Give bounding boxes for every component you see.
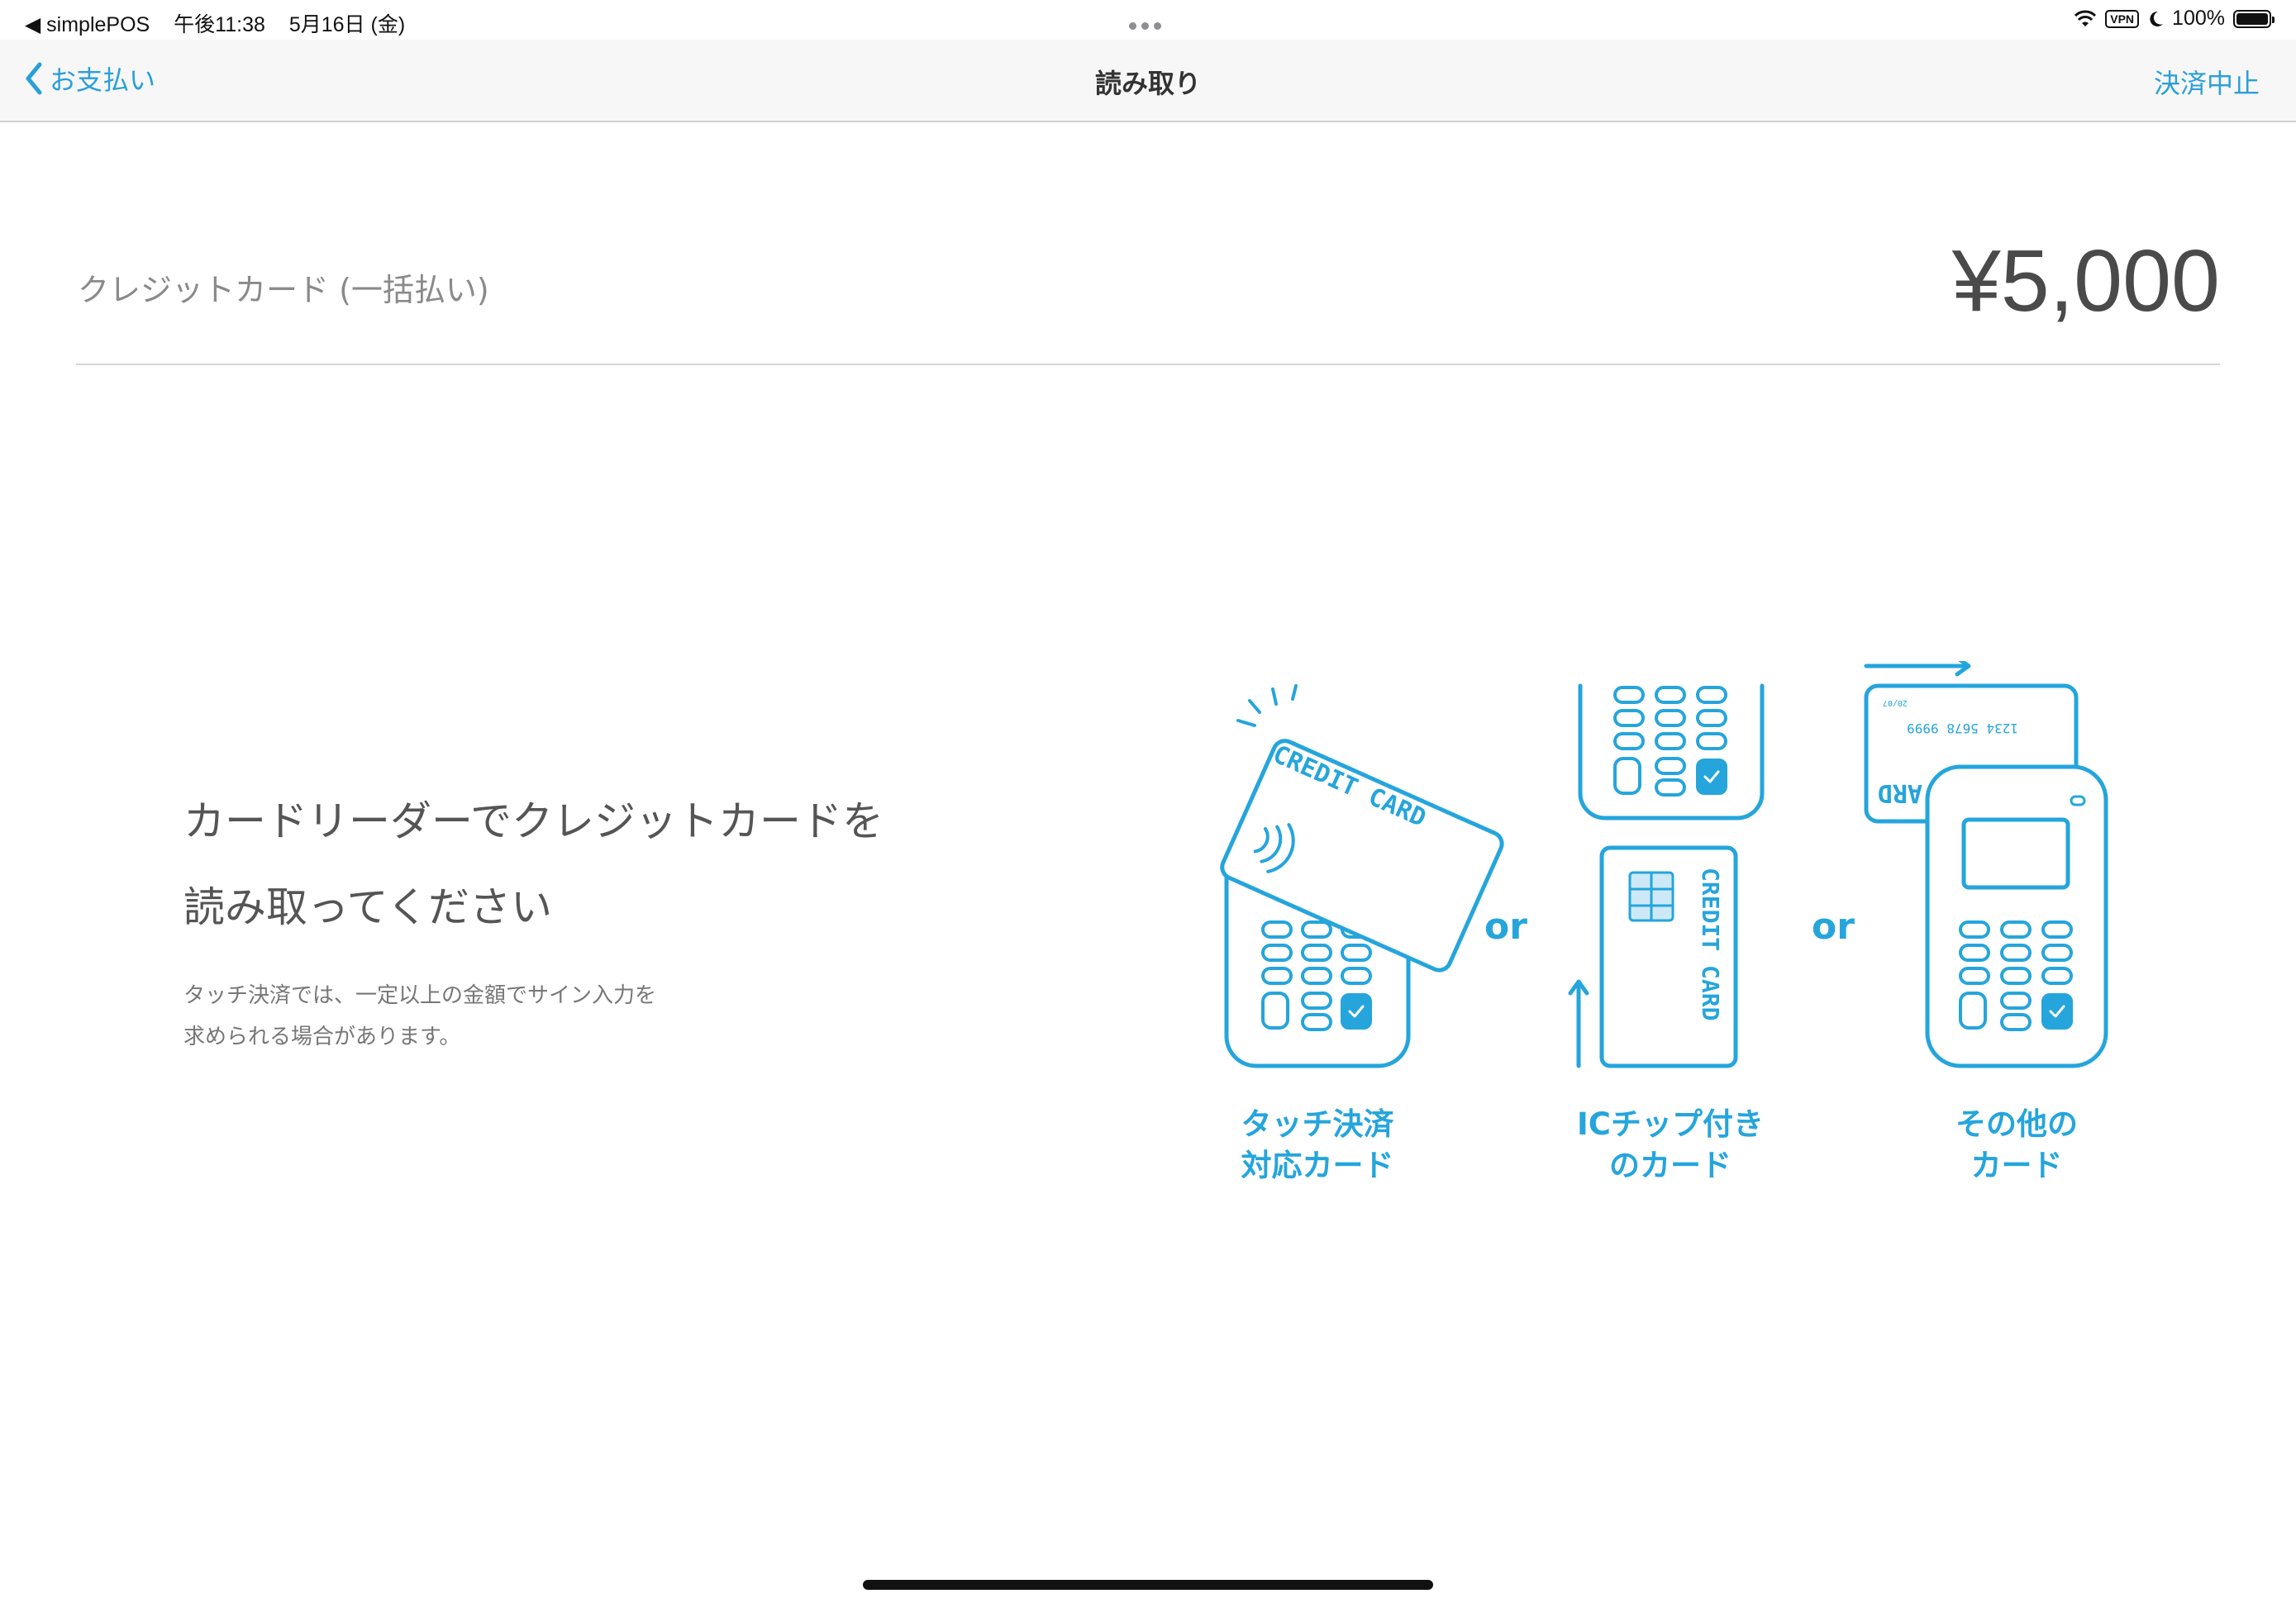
battery-icon xyxy=(2233,9,2275,28)
home-indicator[interactable] xyxy=(863,1580,1433,1590)
note-line-1: タッチ決済では、一定以上の金額でサイン入力を xyxy=(183,983,657,1008)
insert-arrow-icon xyxy=(1568,979,1589,1068)
other-card-reader-icon xyxy=(1925,764,2108,1068)
moon-icon xyxy=(2150,11,2164,26)
back-to-app-link[interactable]: ◀ simplePOS xyxy=(25,13,150,36)
card-reading-illustration: CREDIT CARD CREDIT CARD 1234 5678 9999 2… xyxy=(1190,661,2132,1206)
read-card-instruction: カードリーダーでクレジットカードを 読み取ってください xyxy=(183,778,884,950)
other-card-caption: その他の カード xyxy=(1955,1106,2078,1183)
note-line-2: 求められる場合があります。 xyxy=(183,1025,461,1049)
status-bar: ◀ simplePOS 午後11:38 5月16日 (金) VPN 100% xyxy=(0,0,2296,40)
payment-amount: ¥5,000 xyxy=(1951,232,2220,330)
contactless-signature-note: タッチ決済では、一定以上の金額でサイン入力を 求められる場合があります。 xyxy=(183,975,656,1058)
or-label-2: or xyxy=(1812,906,1855,948)
contactless-caption: タッチ決済 対応カード xyxy=(1241,1106,1394,1183)
multitasking-dots-icon[interactable] xyxy=(1129,12,1167,30)
wifi-icon xyxy=(2074,10,2097,26)
swipe-card-number: 1234 5678 9999 xyxy=(1907,721,2018,736)
status-date: 5月16日 (金) xyxy=(288,13,406,36)
instruction-line-2: 読み取ってください xyxy=(183,883,552,931)
payment-method-label: クレジットカード (一括払い) xyxy=(78,272,489,308)
battery-percent: 100% xyxy=(2172,7,2225,30)
swipe-card-expiry: 20/07 xyxy=(1883,698,1908,707)
navigation-bar: お支払い 読み取り 決済中止 xyxy=(0,40,2296,122)
cancel-payment-button[interactable]: 決済中止 xyxy=(2154,63,2260,101)
ic-chip-caption: ICチップ付き のカード xyxy=(1577,1106,1764,1183)
payment-summary: クレジットカード (一括払い) ¥5,000 xyxy=(76,231,2220,365)
swipe-card-partial-text: ARD xyxy=(1878,778,1922,807)
ic-chip-reader-icon xyxy=(1578,683,1765,821)
page-title: 読み取り xyxy=(1094,68,1201,99)
status-time: 午後11:38 xyxy=(174,13,265,36)
ic-card-text: CREDIT CARD xyxy=(1697,868,1724,1020)
or-label-1: or xyxy=(1484,906,1527,948)
instruction-line-1: カードリーダーでクレジットカードを xyxy=(183,797,884,845)
tap-spark-lines xyxy=(1236,684,1298,727)
vpn-badge: VPN xyxy=(2105,9,2140,28)
